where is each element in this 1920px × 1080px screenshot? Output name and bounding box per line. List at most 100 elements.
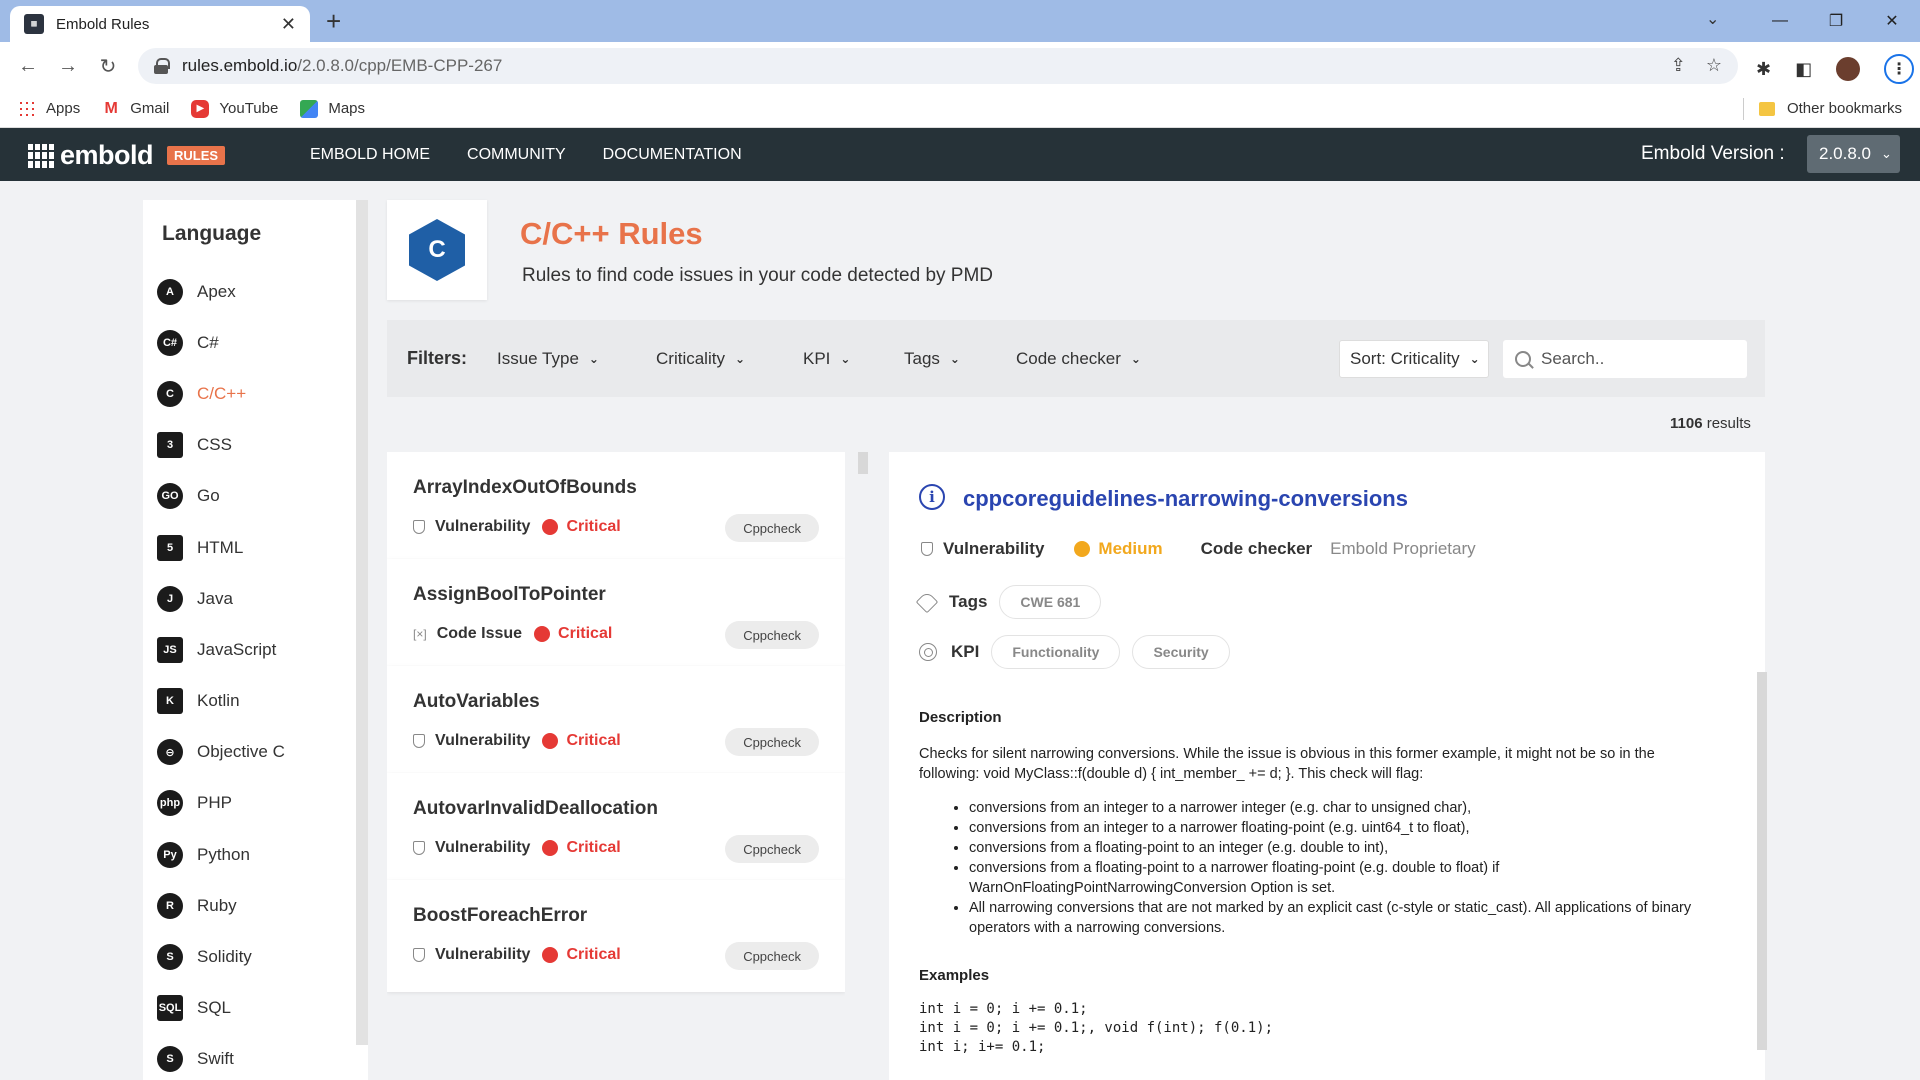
- address-bar[interactable]: rules.embold.io/2.0.8.0/cpp/EMB-CPP-267 …: [138, 48, 1738, 84]
- restore-icon[interactable]: ❐: [1808, 0, 1864, 42]
- rule-list-scrollbar[interactable]: [858, 452, 868, 474]
- rule-card[interactable]: ArrayIndexOutOfBounds Vulnerability Critic…: [387, 452, 845, 564]
- sidebar-item-c-c[interactable]: C C/C++: [157, 368, 285, 419]
- sidebar-item-php[interactable]: php PHP: [157, 778, 285, 829]
- criticality-value: Medium: [1098, 539, 1163, 558]
- sidebar-item-css[interactable]: 3 CSS: [157, 420, 285, 471]
- sidebar-scrollbar[interactable]: [356, 200, 368, 1045]
- filter-criticality[interactable]: Criticality ⌄: [656, 349, 745, 369]
- search-box: [1503, 340, 1747, 378]
- sidebar-item-go[interactable]: GO Go: [157, 471, 285, 522]
- sidebar-item-solidity[interactable]: S Solidity: [157, 931, 285, 982]
- lock-icon[interactable]: [154, 58, 170, 74]
- filters-bar: Filters: Issue Type ⌄ Criticality ⌄ KPI ⌄ T…: [387, 320, 1765, 397]
- tags-row: Tags CWE 681: [915, 585, 1102, 619]
- reload-icon[interactable]: ↻: [92, 50, 124, 82]
- other-bookmarks[interactable]: Other bookmarks: [1758, 100, 1902, 117]
- rule-meta: Vulnerability Critical: [413, 839, 621, 857]
- description-bullet: conversions from a floating-point to an …: [969, 838, 1719, 858]
- rule-type: Code Issue: [436, 625, 523, 642]
- target-icon: [919, 643, 937, 661]
- bookmarks-bar: Apps M Gmail ▶ YouTube Maps Other bookma…: [0, 90, 1920, 128]
- rule-meta: Vulnerability Critical: [413, 732, 621, 750]
- bookmark-apps[interactable]: Apps: [18, 99, 80, 118]
- sidebar-item-label: Go: [197, 486, 220, 506]
- version-select[interactable]: 2.0.8.0 ⌄: [1807, 135, 1900, 173]
- sidebar-item-python[interactable]: Py Python: [157, 829, 285, 880]
- profile-avatar[interactable]: [1836, 57, 1861, 81]
- sidebar-item-label: Apex: [197, 281, 236, 301]
- tag-icon: [915, 590, 939, 614]
- search-icon: [1515, 351, 1531, 367]
- sidebar-item-html[interactable]: 5 HTML: [157, 522, 285, 573]
- filter-tags[interactable]: Tags ⌄: [904, 349, 960, 369]
- tab-search-icon[interactable]: ⌄: [1706, 9, 1719, 29]
- share-icon[interactable]: ⇪: [1671, 55, 1686, 76]
- info-icon: i: [919, 484, 945, 510]
- filter-issue-type[interactable]: Issue Type ⌄: [497, 349, 599, 369]
- kpi-chip-security[interactable]: Security: [1132, 635, 1230, 669]
- new-tab-icon[interactable]: +: [326, 8, 341, 34]
- sidebar-item-swift[interactable]: S Swift: [157, 1034, 285, 1080]
- sidebar-item-label: HTML: [197, 537, 244, 557]
- nav-embold-home[interactable]: EMBOLD HOME: [310, 146, 430, 164]
- rule-card[interactable]: AssignBoolToPointer [×] Code Issue Critical…: [387, 559, 845, 671]
- side-panel-icon[interactable]: ◧: [1795, 59, 1812, 80]
- bookmark-youtube[interactable]: ▶ YouTube: [191, 99, 278, 118]
- rule-name: BoostForeachError: [413, 905, 588, 926]
- bookmark-maps[interactable]: Maps: [300, 99, 365, 118]
- filter-code-checker[interactable]: Code checker ⌄: [1016, 349, 1141, 369]
- tag-chip[interactable]: CWE 681: [999, 585, 1102, 619]
- medium-dot-icon: [1074, 541, 1091, 557]
- sidebar-item-kotlin[interactable]: K Kotlin: [157, 676, 285, 727]
- bookmark-star-icon[interactable]: ☆: [1706, 55, 1722, 76]
- rule-meta: [×] Code Issue Critical: [413, 625, 612, 643]
- rule-type: Vulnerability: [435, 839, 531, 856]
- sidebar-item-label: Java: [197, 588, 233, 608]
- description-bullets: conversions from an integer to a narrowe…: [919, 798, 1719, 938]
- kpi-chip-functionality[interactable]: Functionality: [991, 635, 1121, 669]
- rule-criticality: Critical: [566, 946, 621, 963]
- browser-toolbar: ← → ↻ rules.embold.io/2.0.8.0/cpp/EMB-CP…: [0, 42, 1920, 90]
- sidebar-item-ruby[interactable]: R Ruby: [157, 880, 285, 931]
- sidebar-item-javascript[interactable]: JS JavaScript: [157, 624, 285, 675]
- sidebar-item-objective-c[interactable]: ⊖ Objective C: [157, 727, 285, 778]
- nav-community[interactable]: COMMUNITY: [467, 146, 566, 164]
- description-title: Description: [919, 709, 1002, 726]
- rule-card[interactable]: AutoVariables Vulnerability Critical Cppche…: [387, 666, 845, 778]
- shield-icon: [413, 841, 425, 855]
- sidebar-item-sql[interactable]: SQL SQL: [157, 983, 285, 1034]
- close-tab-icon[interactable]: ✕: [281, 14, 296, 35]
- sidebar-item-java[interactable]: J Java: [157, 573, 285, 624]
- sidebar-item-c[interactable]: C# C#: [157, 317, 285, 368]
- close-window-icon[interactable]: ✕: [1864, 0, 1920, 42]
- chevron-down-icon: ⌄: [840, 352, 851, 366]
- bookmark-gmail[interactable]: M Gmail: [102, 100, 170, 118]
- browser-tab[interactable]: ▦ Embold Rules ✕: [10, 6, 310, 42]
- extensions-icon[interactable]: ✱: [1756, 59, 1771, 80]
- forward-icon[interactable]: →: [52, 50, 84, 82]
- issue-type: Vulnerability: [943, 539, 1045, 558]
- sidebar-item-label: PHP: [197, 793, 232, 813]
- main-nav: EMBOLD HOME COMMUNITY DOCUMENTATION: [310, 146, 742, 164]
- maps-icon: [300, 99, 319, 118]
- rule-card[interactable]: AutovarInvalidDeallocation Vulnerability C…: [387, 773, 845, 885]
- sidebar-item-apex[interactable]: A Apex: [157, 266, 285, 317]
- nav-documentation[interactable]: DOCUMENTATION: [603, 146, 742, 164]
- filter-kpi[interactable]: KPI ⌄: [803, 349, 850, 369]
- sort-select[interactable]: Sort: Criticality ⌄: [1339, 340, 1489, 378]
- browser-menu-icon[interactable]: ⋮: [1884, 54, 1915, 84]
- rule-name: AutoVariables: [413, 691, 540, 712]
- minimize-icon[interactable]: —: [1752, 0, 1808, 42]
- rule-detail-panel: i cppcoreguidelines-narrowing-conversion…: [889, 452, 1765, 1080]
- rule-card[interactable]: BoostForeachError Vulnerability Critical Cp…: [387, 880, 845, 992]
- code-example: int i = 0; i += 0.1; int i = 0; i += 0.1…: [919, 1001, 1274, 1055]
- folder-icon: [1758, 101, 1775, 116]
- back-icon[interactable]: ←: [12, 50, 44, 82]
- embold-logo[interactable]: embold RULES: [28, 140, 226, 171]
- search-input[interactable]: [1541, 349, 1731, 369]
- description-bullet: conversions from an integer to a narrowe…: [969, 798, 1719, 818]
- rule-list: ArrayIndexOutOfBounds Vulnerability Critic…: [387, 452, 845, 1080]
- detail-scrollbar[interactable]: [1757, 672, 1767, 1050]
- chevron-down-icon: ⌄: [949, 352, 960, 366]
